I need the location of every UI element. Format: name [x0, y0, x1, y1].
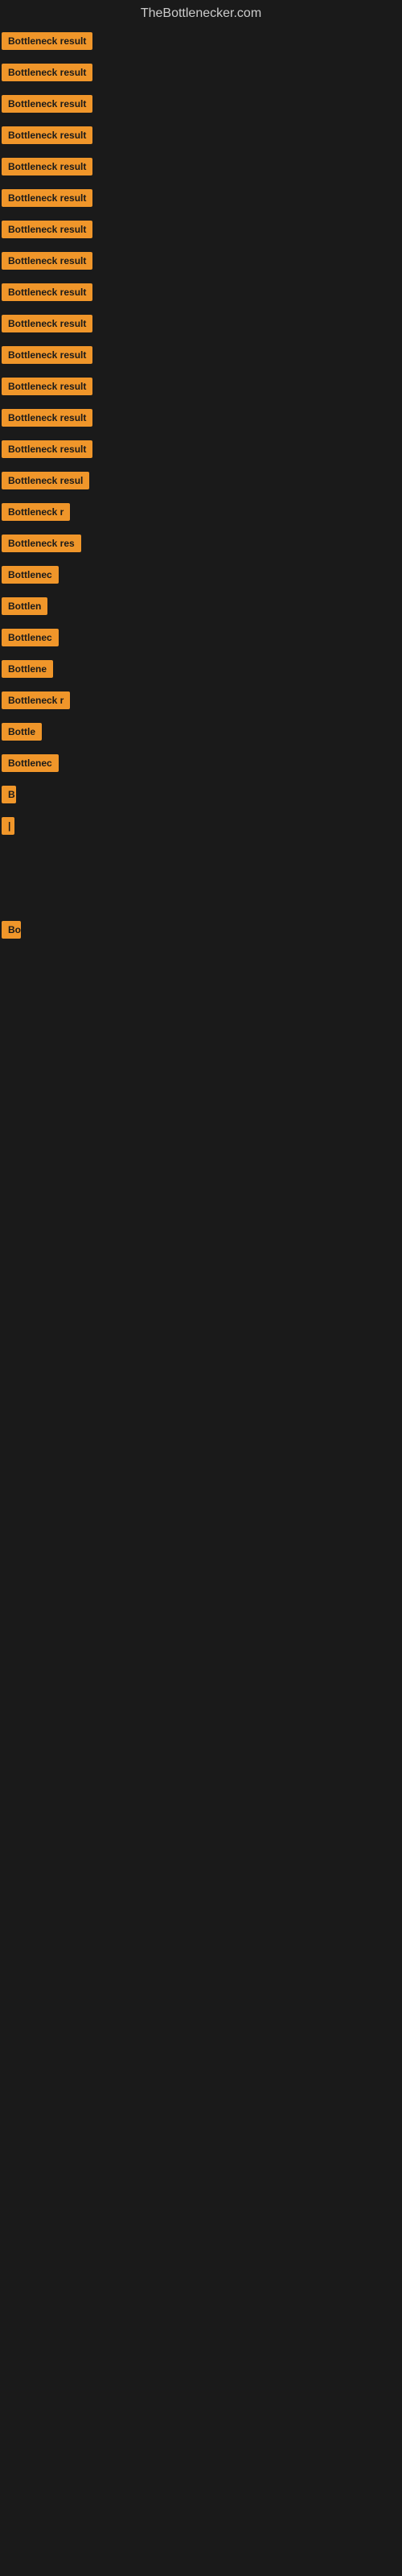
list-item: Bottleneck result	[2, 153, 402, 184]
bottleneck-badge[interactable]: B	[2, 786, 16, 803]
bottleneck-badge[interactable]: Bottleneck result	[2, 126, 92, 144]
bottleneck-badge[interactable]: Bo	[2, 921, 21, 939]
list-item: Bottleneck result	[2, 247, 402, 279]
bottleneck-badge[interactable]: Bottleneck result	[2, 252, 92, 270]
bottleneck-badge[interactable]: Bottlen	[2, 597, 47, 615]
list-item-empty	[2, 947, 402, 972]
bottleneck-badge[interactable]: Bottleneck res	[2, 535, 81, 552]
list-item-empty	[2, 1020, 402, 1044]
bottleneck-badge[interactable]: Bottle	[2, 723, 42, 741]
bottleneck-badge[interactable]: Bottlenec	[2, 754, 59, 772]
list-item: |	[2, 812, 402, 844]
site-header: TheBottlenecker.com	[0, 0, 402, 24]
bottleneck-badge[interactable]: Bottleneck result	[2, 315, 92, 332]
list-item: Bottlenec	[2, 561, 402, 592]
bottleneck-badge[interactable]: Bottleneck result	[2, 32, 92, 50]
bottleneck-badge[interactable]: Bottleneck r	[2, 691, 70, 709]
list-item-empty	[2, 844, 402, 868]
bottleneck-badge[interactable]: Bottlenec	[2, 566, 59, 584]
bottleneck-badge[interactable]: Bottleneck resul	[2, 472, 89, 489]
bottleneck-badge[interactable]: Bottleneck result	[2, 95, 92, 113]
list-item: Bottleneck result	[2, 310, 402, 341]
list-item: Bottleneck result	[2, 90, 402, 122]
list-item: Bottleneck r	[2, 498, 402, 530]
bottleneck-badge[interactable]: Bottleneck result	[2, 283, 92, 301]
list-item: Bottleneck r	[2, 687, 402, 718]
list-item: Bottlen	[2, 592, 402, 624]
site-title: TheBottlenecker.com	[0, 0, 402, 24]
bottleneck-badge[interactable]: Bottleneck result	[2, 378, 92, 395]
bottleneck-badge[interactable]: Bottlenec	[2, 629, 59, 646]
list-item: Bottlene	[2, 655, 402, 687]
list-item: Bottleneck result	[2, 122, 402, 153]
items-container: Bottleneck result Bottleneck result Bottle…	[0, 24, 402, 1044]
list-item: Bottleneck resul	[2, 467, 402, 498]
list-item-empty	[2, 996, 402, 1020]
list-item: Bottlenec	[2, 624, 402, 655]
list-item: Bottleneck result	[2, 216, 402, 247]
bottleneck-badge[interactable]: Bottleneck result	[2, 440, 92, 458]
list-item: Bottleneck result	[2, 59, 402, 90]
list-item-empty	[2, 868, 402, 892]
bottleneck-badge[interactable]: Bottleneck result	[2, 221, 92, 238]
list-item: Bo	[2, 916, 402, 947]
bottleneck-badge[interactable]: Bottleneck result	[2, 64, 92, 81]
list-item: Bottleneck res	[2, 530, 402, 561]
list-item: Bottleneck result	[2, 184, 402, 216]
bottleneck-badge[interactable]: Bottleneck r	[2, 503, 70, 521]
list-item: B	[2, 781, 402, 812]
list-item: Bottleneck result	[2, 436, 402, 467]
list-item: Bottleneck result	[2, 279, 402, 310]
bottleneck-badge[interactable]: Bottleneck result	[2, 189, 92, 207]
list-item: Bottle	[2, 718, 402, 749]
list-item: Bottleneck result	[2, 373, 402, 404]
bottleneck-badge[interactable]: |	[2, 817, 14, 835]
list-item: Bottleneck result	[2, 27, 402, 59]
bottleneck-badge[interactable]: Bottleneck result	[2, 346, 92, 364]
list-item: Bottlenec	[2, 749, 402, 781]
list-item: Bottleneck result	[2, 404, 402, 436]
list-item-empty	[2, 892, 402, 916]
bottleneck-badge[interactable]: Bottleneck result	[2, 409, 92, 427]
bottleneck-badge[interactable]: Bottleneck result	[2, 158, 92, 175]
list-item-empty	[2, 972, 402, 996]
bottleneck-badge[interactable]: Bottlene	[2, 660, 53, 678]
list-item: Bottleneck result	[2, 341, 402, 373]
